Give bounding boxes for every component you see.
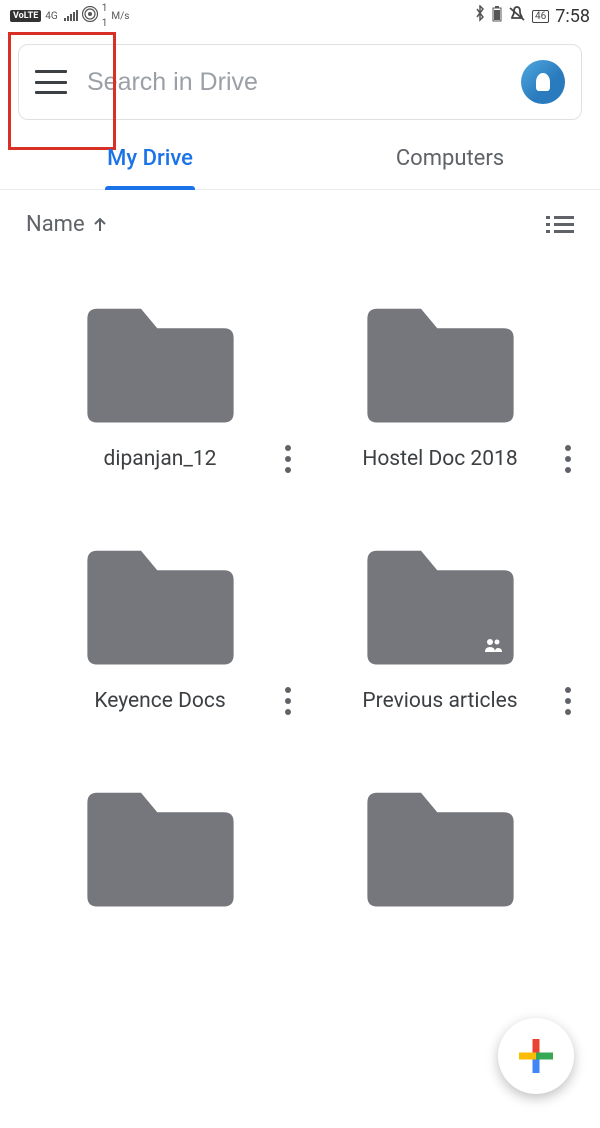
folder-item[interactable] — [320, 783, 560, 913]
arrow-up-icon — [91, 216, 109, 234]
volte-badge: VoLTE — [10, 10, 41, 22]
folder-grid: dipanjan_12 Hostel Doc 2018 Keyence Docs — [0, 249, 600, 953]
signal-4g-icon: 4G — [45, 10, 77, 22]
folder-icon — [78, 541, 243, 671]
mute-icon — [508, 5, 526, 27]
more-icon[interactable] — [276, 445, 300, 473]
folder-icon — [358, 299, 523, 429]
create-fab[interactable] — [498, 1018, 574, 1094]
sort-button[interactable]: Name — [26, 212, 109, 237]
tabs: My Drive Computers — [0, 132, 600, 190]
plus-icon — [519, 1039, 553, 1073]
hotspot-icon — [82, 6, 98, 26]
shared-icon — [483, 637, 505, 657]
menu-icon[interactable] — [35, 70, 67, 94]
search-input[interactable] — [87, 68, 501, 97]
tab-my-drive[interactable]: My Drive — [0, 132, 300, 189]
more-icon[interactable] — [556, 445, 580, 473]
avatar[interactable] — [521, 60, 565, 104]
folder-name: dipanjan_12 — [104, 447, 217, 471]
more-icon[interactable] — [556, 687, 580, 715]
folder-item[interactable]: dipanjan_12 — [40, 299, 280, 471]
folder-icon — [358, 541, 523, 671]
tab-computers[interactable]: Computers — [300, 132, 600, 189]
folder-item[interactable]: Previous articles — [320, 541, 560, 713]
folder-name: Previous articles — [362, 689, 517, 713]
folder-icon — [78, 299, 243, 429]
folder-name: Hostel Doc 2018 — [362, 447, 517, 471]
net-unit: M/s — [111, 11, 129, 22]
search-bar[interactable] — [18, 44, 582, 120]
folder-item[interactable]: Keyence Docs — [40, 541, 280, 713]
folder-item[interactable]: Hostel Doc 2018 — [320, 299, 560, 471]
more-icon[interactable] — [276, 687, 300, 715]
view-toggle-icon[interactable] — [546, 216, 574, 233]
folder-icon — [358, 783, 523, 913]
clock: 7:58 — [555, 6, 590, 27]
folder-name: Keyence Docs — [94, 689, 225, 713]
battery-alt-icon — [492, 6, 502, 26]
folder-item[interactable] — [40, 783, 280, 913]
battery-level: 46 — [532, 10, 549, 23]
net-speed: 1 1 — [102, 4, 108, 28]
bluetooth-icon — [474, 5, 486, 27]
status-bar: VoLTE 4G 1 1 M/s 46 7:58 — [0, 0, 600, 32]
sort-label: Name — [26, 212, 85, 237]
folder-icon — [78, 783, 243, 913]
